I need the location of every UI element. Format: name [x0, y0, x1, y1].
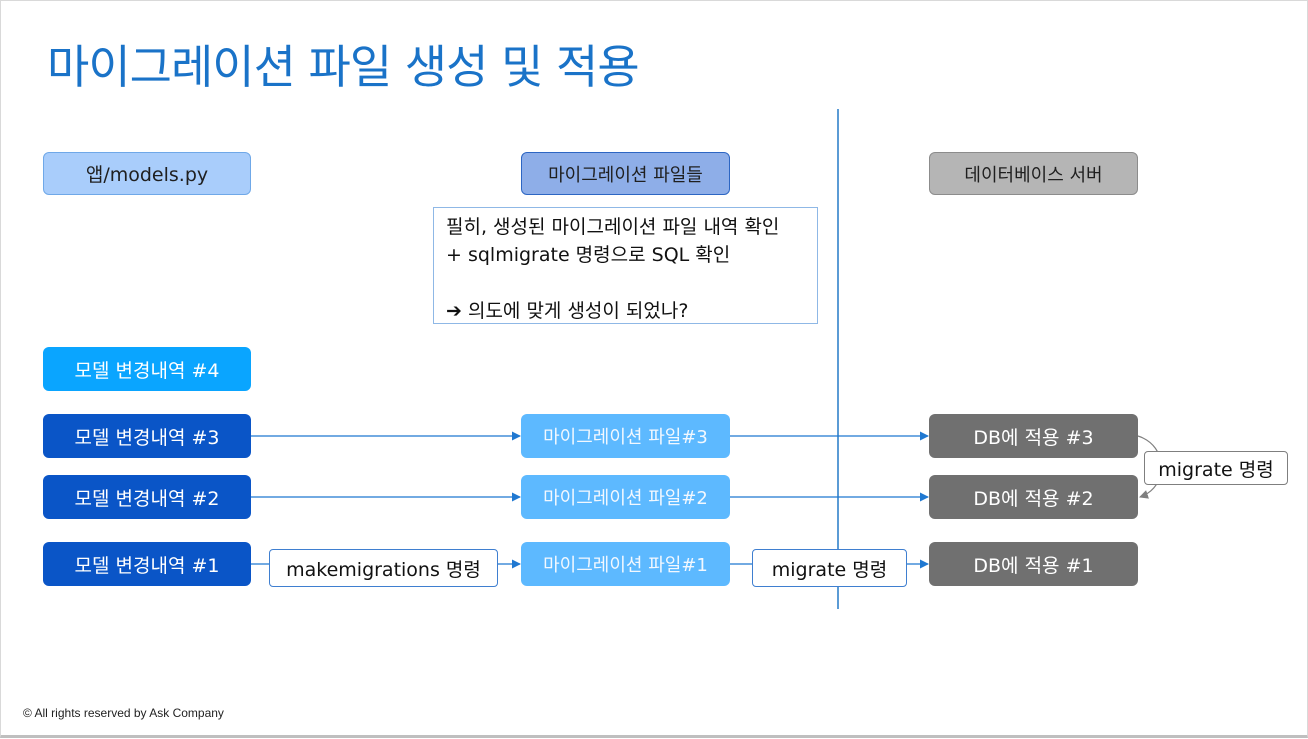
model-change-3: 모델 변경내역 #3 [43, 414, 251, 458]
model-change-1: 모델 변경내역 #1 [43, 542, 251, 586]
header-migration-files: 마이그레이션 파일들 [521, 152, 730, 195]
db-apply-2: DB에 적용 #2 [929, 475, 1138, 519]
note-line-3: 의도에 맞게 생성이 되었나? [467, 300, 689, 322]
migration-file-1: 마이그레이션 파일#1 [521, 542, 730, 586]
note-spacer [446, 269, 817, 297]
migration-file-2: 마이그레이션 파일#2 [521, 475, 730, 519]
right-arrow-icon: ➔ [446, 300, 462, 322]
slide: 마이그레이션 파일 생성 및 적용 앱/models.py 마이그레이션 파일들… [0, 0, 1308, 738]
note-line-3-wrap: ➔ 의도에 맞게 생성이 되었나? [446, 297, 817, 325]
migrate-command-label: migrate 명령 [752, 549, 907, 587]
note-line-1: 필히, 생성된 마이그레이션 파일 내역 확인 [446, 216, 780, 238]
model-change-2: 모델 변경내역 #2 [43, 475, 251, 519]
note-callout: 필히, 생성된 마이그레이션 파일 내역 확인 + sqlmigrate 명령으… [433, 207, 818, 324]
model-change-4: 모델 변경내역 #4 [43, 347, 251, 391]
migrate-command-side-label: migrate 명령 [1144, 451, 1288, 485]
note-line-2: + sqlmigrate 명령으로 SQL 확인 [446, 244, 731, 266]
header-database-server: 데이터베이스 서버 [929, 152, 1138, 195]
migration-file-3: 마이그레이션 파일#3 [521, 414, 730, 458]
db-apply-3: DB에 적용 #3 [929, 414, 1138, 458]
header-models-py: 앱/models.py [43, 152, 251, 195]
copyright-footer: © All rights reserved by Ask Company [23, 706, 224, 720]
db-apply-1: DB에 적용 #1 [929, 542, 1138, 586]
makemigrations-command-label: makemigrations 명령 [269, 549, 498, 587]
